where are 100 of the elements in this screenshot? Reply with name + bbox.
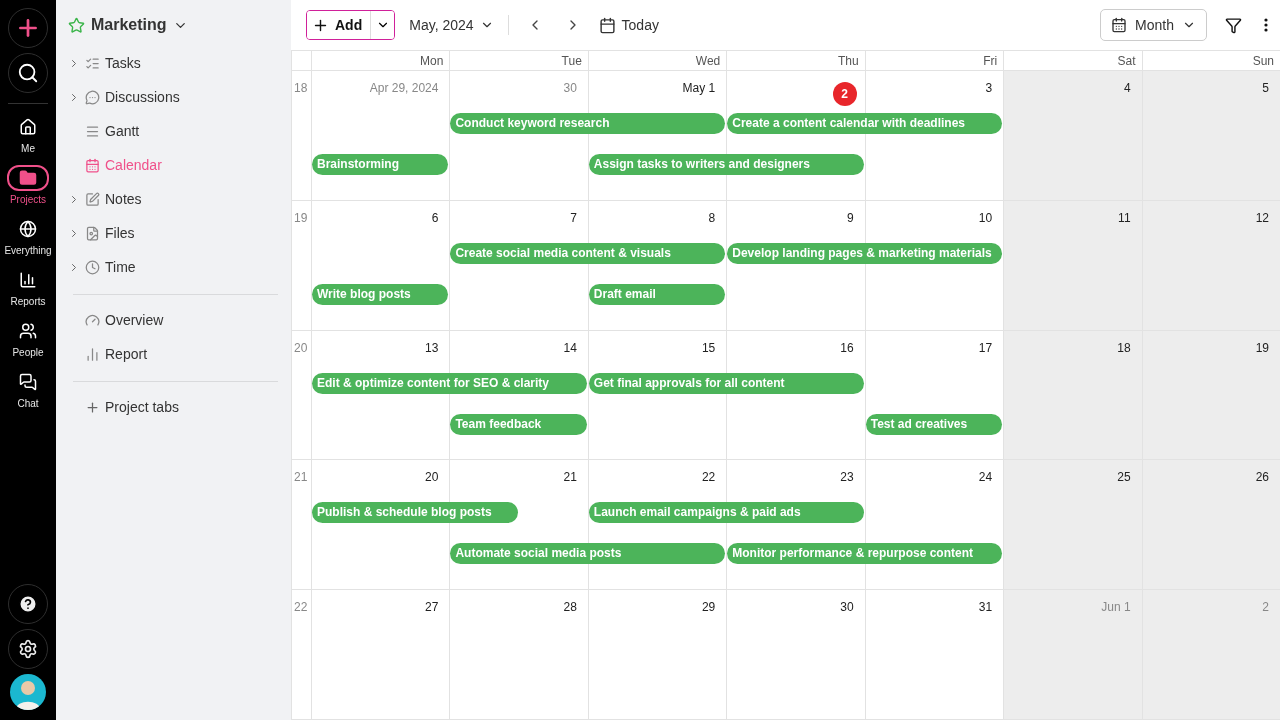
day-number: 21 bbox=[563, 470, 577, 485]
project-title[interactable]: Marketing bbox=[68, 14, 278, 36]
rail-item[interactable]: Me bbox=[0, 114, 56, 154]
nav-icon bbox=[85, 89, 100, 105]
day-cell[interactable]: 12 bbox=[1141, 200, 1280, 330]
today-button[interactable]: Today bbox=[598, 16, 659, 34]
day-number: Jun 1 bbox=[1101, 600, 1131, 615]
day-number: 24 bbox=[978, 470, 993, 485]
nav-icon bbox=[85, 191, 100, 207]
settings-button[interactable] bbox=[8, 629, 48, 669]
weekday-header: Wed bbox=[587, 51, 727, 70]
day-cell[interactable]: 5 bbox=[1141, 71, 1280, 200]
calendar-icon bbox=[598, 16, 616, 34]
day-number: 30 bbox=[563, 81, 577, 95]
plus-icon bbox=[85, 399, 100, 415]
help-icon bbox=[18, 594, 38, 614]
nav-item[interactable]: Report bbox=[68, 337, 278, 371]
week-number: 22 bbox=[293, 599, 309, 617]
today-badge: 2 bbox=[832, 82, 857, 106]
day-number: 4 bbox=[1123, 81, 1131, 95]
day-number: 8 bbox=[708, 210, 716, 225]
day-number: 29 bbox=[701, 600, 716, 615]
nav-item[interactable]: Overview bbox=[68, 303, 278, 337]
day-number: 18 bbox=[1117, 340, 1131, 355]
nav-icon bbox=[85, 312, 100, 328]
calendar-icon bbox=[1111, 17, 1128, 33]
day-number: 3 bbox=[985, 81, 993, 95]
view-select[interactable]: Month bbox=[1100, 9, 1207, 41]
weekday-header: Fri bbox=[864, 51, 1004, 70]
rail-icon bbox=[19, 118, 37, 136]
add-tab-button[interactable]: Project tabs bbox=[68, 390, 278, 424]
nav-icon bbox=[85, 123, 100, 139]
day-number: 9 bbox=[847, 210, 854, 225]
nav-item[interactable]: Time bbox=[68, 250, 278, 284]
weekday-header: Sun bbox=[1141, 51, 1280, 70]
day-number: 27 bbox=[425, 600, 439, 615]
rail-item[interactable]: Everything bbox=[0, 216, 56, 256]
rail-item[interactable]: Chat bbox=[0, 369, 56, 409]
week-number: 19 bbox=[293, 209, 309, 227]
period-picker[interactable]: May, 2024 bbox=[409, 17, 494, 33]
day-number: 6 bbox=[431, 210, 439, 225]
nav-icon bbox=[85, 346, 100, 362]
nav-item[interactable]: Notes bbox=[68, 182, 278, 216]
day-number: 22 bbox=[701, 470, 716, 485]
day-number: 31 bbox=[978, 600, 993, 615]
create-button[interactable] bbox=[8, 8, 48, 48]
nav-icon bbox=[85, 55, 100, 71]
nav-item[interactable]: Gantt bbox=[68, 114, 278, 148]
search-button[interactable] bbox=[8, 53, 48, 93]
weekday-header: Tue bbox=[449, 51, 588, 70]
settings-icon bbox=[18, 639, 38, 659]
week-number: 20 bbox=[293, 339, 309, 357]
day-cell[interactable]: 18 bbox=[1003, 330, 1142, 460]
day-number: 14 bbox=[563, 340, 577, 355]
day-number: 20 bbox=[425, 470, 439, 485]
nav-item[interactable]: Files bbox=[68, 216, 278, 250]
nav-icon bbox=[85, 225, 100, 241]
search-icon bbox=[17, 62, 39, 84]
weekday-header: Thu bbox=[726, 51, 865, 70]
rail-icon bbox=[19, 322, 37, 340]
day-number: 5 bbox=[1262, 81, 1269, 95]
rail-item[interactable]: Reports bbox=[0, 267, 56, 307]
filter-icon bbox=[1225, 16, 1242, 34]
weekday-header: Sat bbox=[1003, 51, 1142, 70]
day-number: 19 bbox=[1255, 340, 1269, 355]
day-number: 16 bbox=[840, 340, 854, 355]
day-number: 25 bbox=[1117, 470, 1131, 485]
nav-item[interactable]: Discussions bbox=[68, 80, 278, 114]
rail-icon bbox=[19, 271, 37, 289]
day-cell[interactable]: 19 bbox=[1141, 330, 1280, 460]
rail-item[interactable]: Projects bbox=[0, 165, 56, 205]
add-menu-button[interactable] bbox=[370, 11, 395, 39]
rail-icon bbox=[19, 169, 37, 187]
day-number: May 1 bbox=[682, 81, 716, 95]
rail-item[interactable]: People bbox=[0, 318, 56, 358]
rail-icon bbox=[19, 373, 37, 391]
day-cell[interactable]: 4 bbox=[1003, 71, 1142, 200]
rail-icon bbox=[19, 220, 37, 238]
week-number: 21 bbox=[293, 469, 309, 487]
day-number: 30 bbox=[840, 600, 854, 615]
day-number: 17 bbox=[978, 340, 993, 355]
nav-icon bbox=[85, 259, 100, 275]
day-number: Apr 29, 2024 bbox=[369, 81, 439, 95]
day-number: 13 bbox=[425, 340, 439, 355]
help-button[interactable] bbox=[8, 584, 48, 624]
day-number: 11 bbox=[1118, 210, 1131, 225]
day-number: 15 bbox=[701, 340, 716, 355]
weekday-header: Mon bbox=[311, 51, 450, 70]
avatar[interactable] bbox=[10, 674, 46, 710]
day-number: 2 bbox=[1262, 600, 1269, 615]
day-cell[interactable]: 25 bbox=[1003, 460, 1142, 590]
nav-item[interactable]: Tasks bbox=[68, 46, 278, 80]
more-icon bbox=[1264, 18, 1268, 32]
nav-icon bbox=[85, 157, 100, 173]
day-number: 28 bbox=[563, 600, 577, 615]
day-cell[interactable]: 11 bbox=[1003, 200, 1142, 330]
day-cell[interactable]: 26 bbox=[1141, 460, 1280, 590]
star-icon bbox=[68, 16, 85, 34]
day-number: 23 bbox=[840, 470, 854, 485]
day-number: 10 bbox=[978, 210, 993, 225]
